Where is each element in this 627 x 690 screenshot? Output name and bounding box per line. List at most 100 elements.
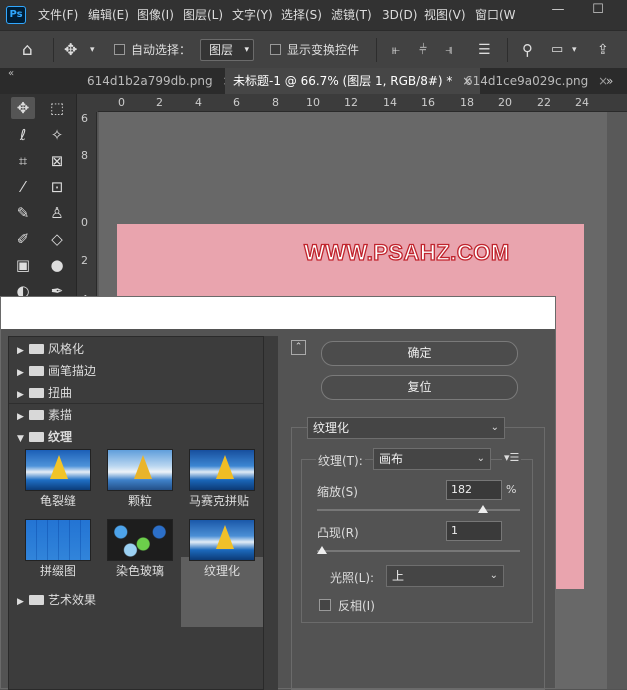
relief-slider[interactable] [317, 550, 520, 552]
chevron-down-icon[interactable]: ▾ [572, 31, 577, 69]
menu-3d[interactable]: 3D(D) [382, 0, 417, 30]
filter-label: 染色玻璃 [115, 564, 164, 578]
filter-mosaic-tiles[interactable]: 马赛克拼贴 [189, 449, 255, 509]
marquee-tool-icon[interactable]: ⬚ [45, 97, 69, 119]
workspace-icon[interactable]: ▭ [551, 31, 563, 69]
layer-select-dropdown[interactable]: 图层 ▾ [200, 39, 254, 61]
filter-craquelure[interactable]: 龟裂缝 [25, 449, 91, 509]
share-icon[interactable]: ⇪ [597, 31, 609, 69]
lasso-tool-icon[interactable]: ℓ [11, 124, 35, 146]
filter-stained-glass[interactable]: 染色玻璃 [107, 519, 173, 579]
ruler-tick: 20 [498, 96, 512, 109]
move-tool-icon[interactable]: ✥ [64, 31, 77, 69]
home-icon[interactable]: ⌂ [22, 31, 33, 69]
filter-select-dropdown[interactable]: 纹理化 ⌄ [307, 417, 505, 439]
category-stylize[interactable]: ▶ 风格化 [17, 338, 263, 360]
menu-view[interactable]: 视图(V) [424, 0, 466, 30]
tab-document-3[interactable]: 614d1ce9a029c.png × [457, 68, 616, 94]
expand-arrow-icon: ▶ [17, 368, 24, 378]
category-label: 画笔描边 [48, 364, 97, 378]
category-texture[interactable]: ▼ 纹理 [17, 426, 263, 448]
filter-label: 拼缀图 [39, 564, 76, 578]
filter-texturizer[interactable]: 纹理化 [189, 519, 255, 579]
thumbnail [107, 449, 173, 491]
gradient-tool-icon[interactable]: ▣ [11, 254, 35, 276]
menu-file[interactable]: 文件(F) [38, 0, 78, 30]
align-left-icon[interactable]: ⫦ [392, 31, 400, 69]
category-sketch[interactable]: ▶ 素描 [17, 404, 263, 426]
category-artistic[interactable]: ▶ 艺术效果 [17, 589, 263, 611]
light-select-value: 上 [392, 569, 405, 583]
category-distort[interactable]: ▶ 扭曲 [17, 382, 263, 404]
texture-select-dropdown[interactable]: 画布 ⌄ [373, 448, 491, 470]
filter-patchwork[interactable]: 拼缀图 [25, 519, 91, 579]
brush-tool-icon[interactable]: ✎ [11, 202, 35, 224]
ruler-tick: 12 [344, 96, 358, 109]
scale-input[interactable]: 182 [446, 480, 502, 500]
ruler-tick: 6 [81, 112, 88, 125]
horizontal-ruler[interactable]: 0 2 4 6 8 10 12 14 16 18 20 22 24 [98, 94, 627, 112]
tab-document-2[interactable]: 未标题-1 @ 66.7% (图层 1, RGB/8#) * × [225, 68, 481, 94]
light-select-dropdown[interactable]: 上 ⌄ [386, 565, 504, 587]
menu-filter[interactable]: 滤镜(T) [331, 0, 372, 30]
chevron-down-icon[interactable]: ▾ [90, 31, 95, 69]
collapse-browser-icon[interactable]: ⌃ [291, 340, 306, 355]
browser-scrollbar[interactable] [264, 336, 278, 690]
blur-tool-icon[interactable]: ● [45, 254, 69, 276]
frame-tool-icon[interactable]: ⊠ [45, 150, 69, 172]
search-icon[interactable]: ⚲ [522, 31, 533, 69]
tab-document-1[interactable]: 614d1b2a799db.png × [79, 68, 240, 94]
relief-slider-handle[interactable] [317, 546, 327, 554]
thumbnail [25, 449, 91, 491]
maximize-button[interactable]: ☐ [578, 0, 618, 22]
menu-layer[interactable]: 图层(L) [183, 0, 223, 30]
collapse-panel-icon[interactable]: « [8, 68, 14, 80]
texture-select-value: 画布 [379, 452, 404, 466]
auto-select-checkbox[interactable] [114, 44, 125, 58]
preview-area[interactable] [1, 297, 555, 329]
magic-wand-tool-icon[interactable]: ✧ [45, 124, 69, 146]
align-right-icon[interactable]: ⫣ [445, 31, 453, 69]
folder-icon [29, 431, 44, 442]
tab-label: 614d1ce9a029c.png [465, 74, 589, 88]
distribute-icon[interactable]: ☰ [478, 31, 491, 69]
category-label: 扭曲 [48, 386, 73, 400]
thumbnail [189, 519, 255, 561]
filter-label: 纹理化 [203, 564, 240, 578]
menu-image[interactable]: 图像(I) [137, 0, 174, 30]
menu-edit[interactable]: 编辑(E) [88, 0, 129, 30]
eyedropper-tool-icon[interactable]: ⁄ [11, 176, 35, 198]
invert-checkbox[interactable] [319, 599, 331, 611]
ok-button[interactable]: 确定 [321, 341, 518, 366]
category-label: 风格化 [48, 342, 85, 356]
relief-input[interactable]: 1 [446, 521, 502, 541]
scale-slider[interactable] [317, 509, 520, 511]
filter-gallery-dialog: ▶ 风格化 ▶ 画笔描边 ▶ 扭曲 ▶ 素描 ▼ 纹理 龟裂缝 颗粒 马赛克拼贴… [0, 296, 556, 690]
invert-label: 反相(I) [338, 599, 375, 613]
light-label: 光照(L): [330, 571, 375, 585]
filter-label: 颗粒 [127, 494, 152, 508]
menu-window[interactable]: 窗口(W [475, 0, 515, 30]
crop-tool-icon[interactable]: ⌗ [11, 150, 35, 172]
patch-tool-icon[interactable]: ⊡ [45, 176, 69, 198]
texture-menu-icon[interactable]: ▾☰ [502, 451, 522, 464]
menu-type[interactable]: 文字(Y) [232, 0, 273, 30]
chevron-down-icon: ▾ [244, 45, 249, 55]
scale-slider-handle[interactable] [478, 505, 489, 513]
more-tabs-icon[interactable]: » [606, 68, 613, 94]
menu-select[interactable]: 选择(S) [281, 0, 322, 30]
eraser-tool-icon[interactable]: ◇ [45, 228, 69, 250]
stamp-tool-icon[interactable]: ♙ [45, 202, 69, 224]
expand-arrow-icon: ▶ [17, 346, 24, 356]
move-tool-icon[interactable]: ✥ [11, 97, 35, 119]
show-transform-checkbox[interactable] [270, 44, 281, 58]
filter-grain[interactable]: 颗粒 [107, 449, 173, 509]
reset-button[interactable]: 复位 [321, 375, 518, 400]
ruler-tick: 8 [81, 149, 88, 162]
minimize-button[interactable]: — [538, 0, 578, 22]
history-brush-tool-icon[interactable]: ✐ [11, 228, 35, 250]
ruler-tick: 16 [421, 96, 435, 109]
align-center-icon[interactable]: ⫩ [419, 31, 427, 69]
category-brush-strokes[interactable]: ▶ 画笔描边 [17, 360, 263, 382]
auto-select-label: 自动选择： [131, 43, 192, 57]
